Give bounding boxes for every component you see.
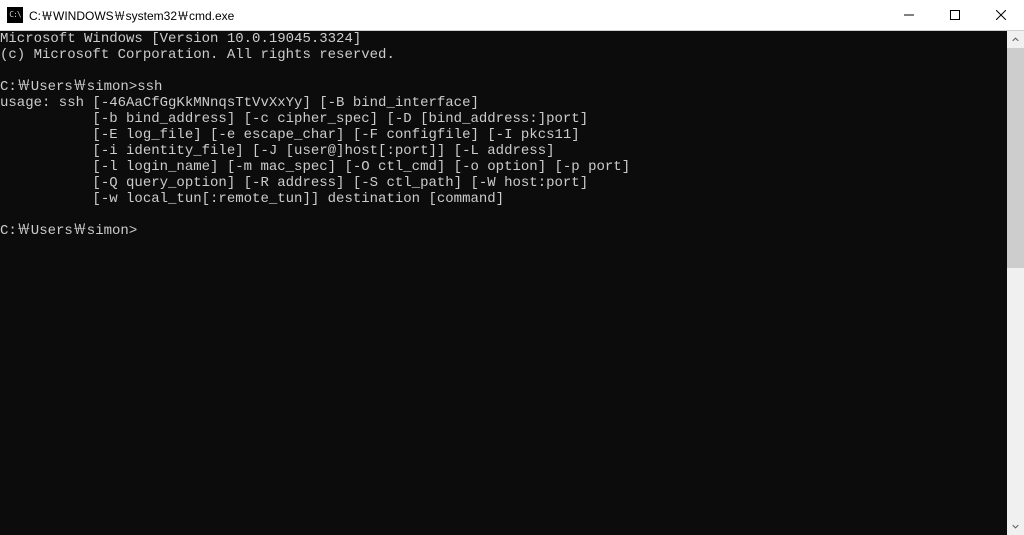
terminal-line: [-l login_name] [-m mac_spec] [-O ctl_cm… bbox=[0, 159, 1007, 175]
vertical-scrollbar[interactable] bbox=[1007, 31, 1024, 535]
terminal-container: Microsoft Windows [Version 10.0.19045.33… bbox=[0, 31, 1024, 535]
scrollbar-down-button[interactable] bbox=[1007, 518, 1024, 535]
terminal-line: [-w local_tun[:remote_tun]] destination … bbox=[0, 191, 1007, 207]
window-controls bbox=[886, 0, 1024, 30]
cmd-icon: C:\ bbox=[7, 7, 23, 23]
terminal-line: [-E log_file] [-e escape_char] [-F confi… bbox=[0, 127, 1007, 143]
terminal-output[interactable]: Microsoft Windows [Version 10.0.19045.33… bbox=[0, 31, 1007, 535]
window-titlebar: C:\ C:￦WINDOWS￦system32￦cmd.exe bbox=[0, 0, 1024, 31]
terminal-line: [-Q query_option] [-R address] [-S ctl_p… bbox=[0, 175, 1007, 191]
minimize-button[interactable] bbox=[886, 0, 932, 30]
maximize-icon bbox=[950, 10, 960, 20]
terminal-line: C:￦Users￦simon> bbox=[0, 223, 1007, 239]
close-button[interactable] bbox=[978, 0, 1024, 30]
terminal-line: usage: ssh [-46AaCfGgKkMNnqsTtVvXxYy] [-… bbox=[0, 95, 1007, 111]
scrollbar-up-button[interactable] bbox=[1007, 31, 1024, 48]
terminal-line: [-b bind_address] [-c cipher_spec] [-D [… bbox=[0, 111, 1007, 127]
terminal-line: C:￦Users￦simon>ssh bbox=[0, 79, 1007, 95]
chevron-down-icon bbox=[1012, 523, 1019, 530]
minimize-icon bbox=[904, 10, 914, 20]
scrollbar-thumb[interactable] bbox=[1007, 48, 1024, 268]
terminal-line: (c) Microsoft Corporation. All rights re… bbox=[0, 47, 1007, 63]
terminal-line: [-i identity_file] [-J [user@]host[:port… bbox=[0, 143, 1007, 159]
maximize-button[interactable] bbox=[932, 0, 978, 30]
window-title: C:￦WINDOWS￦system32￦cmd.exe bbox=[29, 7, 886, 24]
terminal-line bbox=[0, 207, 1007, 223]
chevron-up-icon bbox=[1012, 36, 1019, 43]
terminal-line bbox=[0, 63, 1007, 79]
close-icon bbox=[996, 10, 1006, 20]
terminal-line: Microsoft Windows [Version 10.0.19045.33… bbox=[0, 31, 1007, 47]
